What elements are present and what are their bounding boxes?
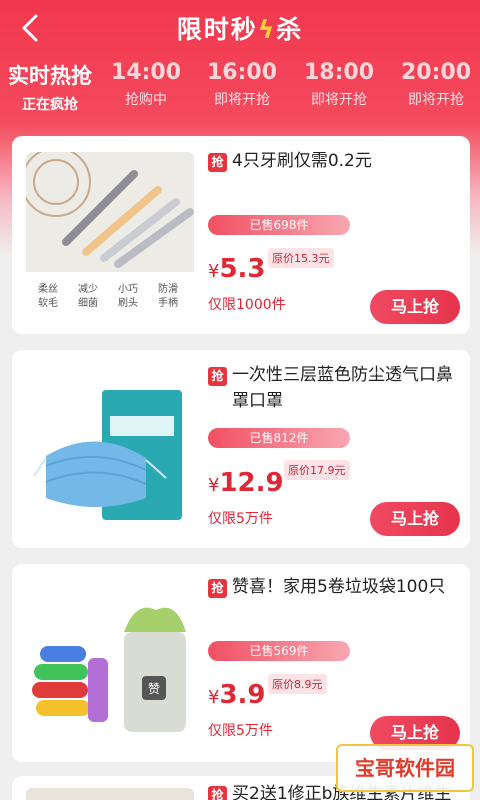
tab-time: 实时热抢 (8, 64, 92, 88)
brand-logo-text: 赞 (148, 682, 160, 696)
original-price: 原价17.9元 (284, 460, 350, 480)
tab-status: 即将开抢 (311, 92, 367, 108)
grab-badge: 抢 (208, 786, 227, 800)
buy-now-button[interactable]: 马上抢 (370, 290, 460, 324)
tab-time: 14:00 (110, 60, 182, 85)
product-image-mask (26, 366, 194, 534)
product-name: 4只牙刷仅需0.2元 (232, 151, 372, 171)
product-price: ¥3.9 (208, 680, 266, 710)
product-image-vitamin (26, 788, 194, 800)
tab-1400[interactable]: 14:00 抢购中 (106, 60, 186, 109)
product-name: 一次性三层蓝色防尘透气口鼻 罩口罩 (232, 365, 453, 411)
product-image-toothbrush: 柔丝软毛 减少细菌 小巧刷头 防滑手柄 (26, 152, 194, 320)
lightning-icon: ϟ (257, 15, 277, 44)
product-price: ¥5.3 (208, 254, 266, 284)
product-card[interactable]: 抢 一次性三层蓝色防尘透气口鼻 罩口罩 已售812件 ¥12.9 原价17.9元 … (12, 350, 470, 548)
product-price: ¥12.9 (208, 468, 284, 498)
product-card[interactable]: 柔丝软毛 减少细菌 小巧刷头 防滑手柄 抢 4只牙刷仅需0.2元 已售698件 … (12, 136, 470, 334)
limit-text: 仅限5万件 (208, 723, 273, 739)
sold-progress: 已售569件 (208, 641, 350, 661)
tab-time: 16:00 (206, 60, 278, 85)
tab-1800[interactable]: 18:00 即将开抢 (297, 60, 381, 109)
limit-text: 仅限5万件 (208, 511, 273, 527)
tab-time: 20:00 (400, 60, 472, 85)
tab-1600[interactable]: 16:00 即将开抢 (200, 60, 284, 109)
limit-text: 仅限1000件 (208, 297, 286, 313)
watermark: 宝哥软件园 (336, 744, 474, 792)
buy-now-button[interactable]: 马上抢 (370, 502, 460, 536)
page-title: 限时秒ϟ杀 (176, 15, 304, 44)
tab-status: 即将开抢 (408, 92, 464, 108)
sold-progress: 已售812件 (208, 428, 350, 448)
grab-badge: 抢 (208, 579, 227, 598)
time-tabs: 实时热抢 正在疯抢 14:00 抢购中 16:00 即将开抢 18:00 即将开… (0, 60, 480, 124)
original-price: 原价15.3元 (268, 248, 334, 268)
grab-badge: 抢 (208, 367, 227, 386)
tab-2000[interactable]: 20:00 即将开抢 (394, 60, 478, 109)
product-card[interactable]: 赞 抢 赞喜！家用5卷垃圾袋100只 已售569件 ¥3.9 原价8.9元 仅限… (12, 564, 470, 762)
tab-status: 正在疯抢 (22, 97, 78, 113)
sold-progress: 已售698件 (208, 215, 350, 235)
product-image-trashbag: 赞 (26, 580, 194, 748)
grab-badge: 抢 (208, 153, 227, 172)
tab-status: 即将开抢 (214, 92, 270, 108)
original-price: 原价8.9元 (268, 674, 327, 694)
product-name: 赞喜！家用5卷垃圾袋100只 (232, 577, 446, 597)
tab-realtime[interactable]: 实时热抢 正在疯抢 (0, 60, 100, 114)
tab-time: 18:00 (303, 60, 375, 85)
tab-status: 抢购中 (125, 92, 167, 108)
